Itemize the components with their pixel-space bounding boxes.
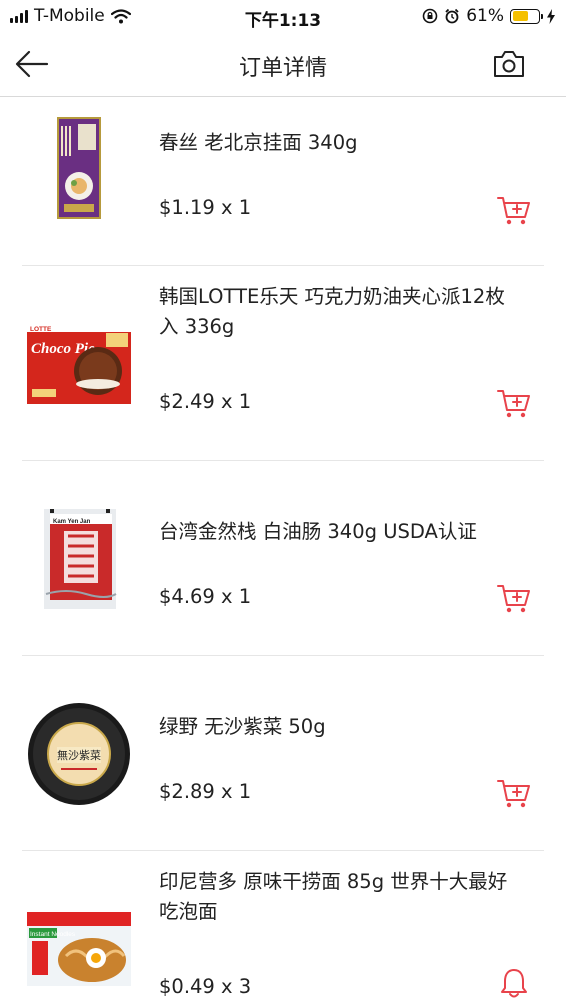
- product-price: $2.49 x 1: [159, 390, 252, 413]
- page-title: 订单详情: [238, 56, 327, 81]
- choco-pie-box-image: LOTTE Choco Pie: [27, 324, 131, 404]
- add-to-cart-icon[interactable]: [496, 387, 532, 419]
- order-item-list: 春丝 老北京挂面 340g $1.19 x 1 LOTTE Choco Pie …: [0, 98, 566, 1006]
- order-item[interactable]: LOTTE Choco Pie 韩国LOTTE乐天 巧克力奶油夹心派12枚入 3…: [22, 266, 544, 461]
- product-price: $4.69 x 1: [159, 585, 252, 608]
- alarm-icon: [445, 8, 459, 24]
- seaweed-package-image: 無沙紫菜: [28, 703, 130, 805]
- product-price: $2.89 x 1: [159, 780, 252, 803]
- add-to-cart-icon[interactable]: [496, 194, 532, 226]
- noodle-package-image: [57, 117, 101, 219]
- battery-percent: 61%: [466, 6, 504, 26]
- product-name[interactable]: 绿野 无沙紫菜 50g: [159, 712, 519, 742]
- product-price: $1.19 x 1: [159, 196, 252, 219]
- sausage-package-image: Kam Yen Jan: [44, 509, 117, 609]
- product-name[interactable]: 春丝 老北京挂面 340g: [159, 128, 519, 158]
- camera-icon[interactable]: [492, 49, 526, 79]
- status-right: 61%: [422, 6, 556, 26]
- seaweed-label: 無沙紫菜: [57, 748, 101, 762]
- status-bar: T-Mobile 下午1:13 61%: [0, 0, 566, 32]
- product-image-seaweed[interactable]: 無沙紫菜: [26, 701, 132, 807]
- product-image-choco-pie[interactable]: LOTTE Choco Pie: [26, 311, 132, 417]
- battery-icon: [510, 8, 543, 24]
- product-name[interactable]: 韩国LOTTE乐天 巧克力奶油夹心派12枚入 336g: [159, 282, 519, 342]
- add-to-cart-icon[interactable]: [496, 582, 532, 614]
- add-to-cart-icon[interactable]: [496, 777, 532, 809]
- charging-icon: [547, 8, 555, 24]
- product-image-sausage[interactable]: Kam Yen Jan: [26, 506, 132, 612]
- order-item[interactable]: Kam Yen Jan 台湾金然栈 白油肠 340g USDA认证 $4.69 …: [22, 461, 544, 656]
- choco-pie-brand: LOTTE: [30, 326, 52, 333]
- indomie-label: Instant Noodles: [30, 931, 76, 938]
- product-price: $0.49 x 3: [159, 975, 252, 998]
- product-image-indomie[interactable]: Instant Noodles: [26, 896, 132, 1002]
- order-item[interactable]: Instant Noodles 印尼营多 原味干捞面 85g 世界十大最好吃泡面…: [22, 851, 544, 1006]
- product-image-noodles[interactable]: [26, 116, 132, 222]
- sausage-brand: Kam Yen Jan: [53, 519, 91, 525]
- product-name[interactable]: 台湾金然栈 白油肠 340g USDA认证: [159, 517, 519, 547]
- rotation-lock-icon: [422, 8, 438, 24]
- bell-icon[interactable]: [496, 967, 532, 999]
- order-item[interactable]: 春丝 老北京挂面 340g $1.19 x 1: [22, 98, 544, 266]
- nav-bar: 订单详情: [0, 32, 566, 97]
- order-item[interactable]: 無沙紫菜 绿野 无沙紫菜 50g $2.89 x 1: [22, 656, 544, 851]
- indomie-package-image: Instant Noodles: [27, 912, 131, 986]
- product-name[interactable]: 印尼营多 原味干捞面 85g 世界十大最好吃泡面: [159, 867, 519, 927]
